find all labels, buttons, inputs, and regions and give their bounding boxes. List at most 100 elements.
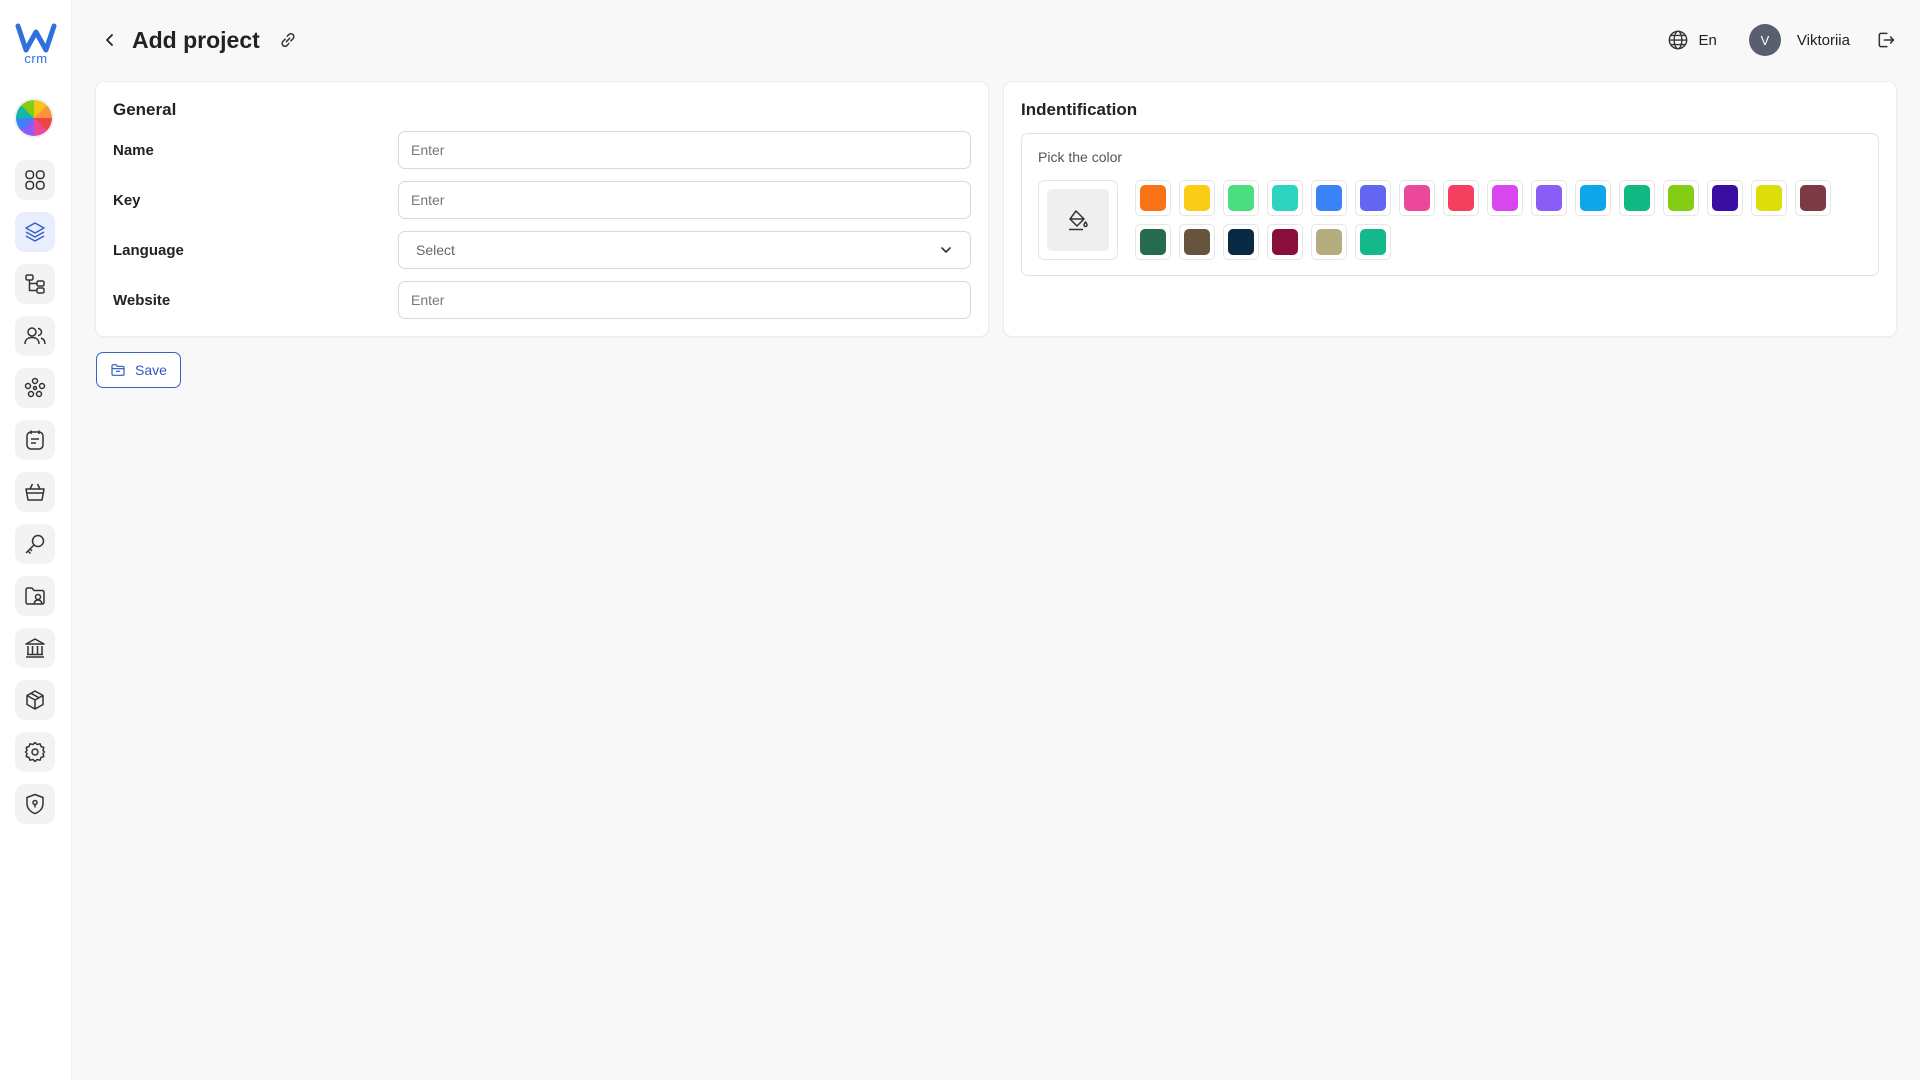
color-swatch[interactable] — [1223, 224, 1259, 260]
sidebar-item-keys[interactable] — [15, 524, 55, 564]
general-card: General Name Key Language Select Website — [96, 82, 988, 336]
color-swatch-fill — [1800, 185, 1826, 211]
color-swatch-fill — [1624, 185, 1650, 211]
sidebar-nav — [15, 160, 55, 836]
name-row: Name — [113, 131, 971, 169]
avatar[interactable]: V — [1748, 24, 1781, 56]
settings-gear-icon — [24, 741, 46, 763]
color-swatch-fill — [1668, 185, 1694, 211]
sidebar-item-dashboard[interactable] — [15, 160, 55, 200]
chevron-left-icon — [106, 34, 113, 46]
sidebar-item-settings[interactable] — [15, 732, 55, 772]
color-swatch[interactable] — [1311, 180, 1347, 216]
color-swatch-fill — [1228, 185, 1254, 211]
color-swatch[interactable] — [1179, 224, 1215, 260]
color-picker-label: Pick the color — [1038, 149, 1123, 165]
color-swatch[interactable] — [1751, 180, 1787, 216]
color-swatch[interactable] — [1135, 180, 1171, 216]
theme-color-wheel[interactable] — [16, 100, 52, 136]
language-select-value: Select — [416, 242, 455, 258]
color-swatch-fill — [1316, 229, 1342, 255]
dashboard-grid-icon — [25, 170, 45, 190]
color-swatch[interactable] — [1267, 224, 1303, 260]
key-icon — [25, 534, 45, 555]
box-icon — [26, 690, 44, 710]
sidebar-item-security[interactable] — [15, 784, 55, 824]
key-field[interactable] — [398, 181, 971, 219]
color-preview-swatch — [1047, 189, 1109, 251]
save-button-label: Save — [135, 362, 167, 378]
color-swatch[interactable] — [1487, 180, 1523, 216]
sidebar-item-teams[interactable] — [15, 368, 55, 408]
color-swatch[interactable] — [1311, 224, 1347, 260]
color-swatch[interactable] — [1443, 180, 1479, 216]
copy-link-button[interactable] — [278, 30, 298, 50]
color-swatch[interactable] — [1663, 180, 1699, 216]
logo-text: crm — [24, 51, 48, 66]
identification-title: Indentification — [1021, 100, 1138, 119]
sidebar-item-users[interactable] — [15, 316, 55, 356]
notes-icon — [26, 430, 44, 450]
color-swatch[interactable] — [1707, 180, 1743, 216]
language-row: Language Select — [113, 231, 971, 269]
color-swatch[interactable] — [1355, 180, 1391, 216]
color-swatch-fill — [1492, 185, 1518, 211]
color-swatch[interactable] — [1267, 180, 1303, 216]
color-swatch[interactable] — [1355, 224, 1391, 260]
color-swatch[interactable] — [1179, 180, 1215, 216]
save-button[interactable]: Save — [96, 352, 181, 388]
color-swatch[interactable] — [1399, 180, 1435, 216]
color-swatch[interactable] — [1619, 180, 1655, 216]
sidebar-item-structure[interactable] — [15, 264, 55, 304]
globe-icon — [1668, 30, 1687, 50]
logout-button[interactable] — [1876, 30, 1896, 50]
hierarchy-icon — [25, 274, 45, 294]
general-title: General — [113, 100, 177, 119]
language-switcher[interactable]: En — [1667, 29, 1717, 51]
sidebar-item-bank[interactable] — [15, 628, 55, 668]
language-label: En — [1698, 31, 1717, 49]
selected-color-preview[interactable] — [1038, 180, 1118, 260]
color-swatch-fill — [1712, 185, 1738, 211]
color-swatch-fill — [1536, 185, 1562, 211]
color-swatch-fill — [1756, 185, 1782, 211]
paint-bucket-icon — [1069, 210, 1088, 231]
color-swatch[interactable] — [1795, 180, 1831, 216]
name-label: Name — [113, 141, 154, 159]
link-icon — [281, 32, 295, 48]
sidebar-item-basket[interactable] — [15, 472, 55, 512]
color-swatch[interactable] — [1135, 224, 1171, 260]
website-field[interactable] — [398, 281, 971, 319]
color-swatch-fill — [1316, 185, 1342, 211]
key-label: Key — [113, 191, 141, 209]
color-swatch-grid — [1135, 180, 1855, 268]
language-label: Language — [113, 241, 184, 259]
user-name[interactable]: Viktoriia — [1797, 32, 1850, 49]
color-swatch[interactable] — [1223, 180, 1259, 216]
shield-icon — [26, 793, 44, 815]
back-button[interactable] — [100, 30, 120, 50]
sidebar-item-projects[interactable] — [15, 212, 55, 252]
website-row: Website — [113, 281, 971, 319]
color-swatch[interactable] — [1531, 180, 1567, 216]
color-swatch[interactable] — [1575, 180, 1611, 216]
name-field[interactable] — [398, 131, 971, 169]
color-swatch-fill — [1360, 185, 1386, 211]
chevron-down-icon — [941, 247, 951, 253]
sidebar-item-notes[interactable] — [15, 420, 55, 460]
users-icon — [24, 327, 46, 345]
team-network-icon — [24, 377, 46, 398]
language-select[interactable]: Select — [398, 231, 971, 269]
color-swatch-fill — [1272, 185, 1298, 211]
color-swatch-fill — [1184, 229, 1210, 255]
w-logo-icon — [15, 23, 57, 53]
app-logo[interactable]: crm — [15, 22, 57, 66]
key-row: Key — [113, 181, 971, 219]
color-swatch-fill — [1272, 229, 1298, 255]
sidebar-item-products[interactable] — [15, 680, 55, 720]
sidebar-item-files[interactable] — [15, 576, 55, 616]
color-swatch-fill — [1580, 185, 1606, 211]
folder-image-icon — [25, 587, 45, 605]
color-swatch-fill — [1140, 229, 1166, 255]
page-title: Add project — [132, 26, 260, 53]
